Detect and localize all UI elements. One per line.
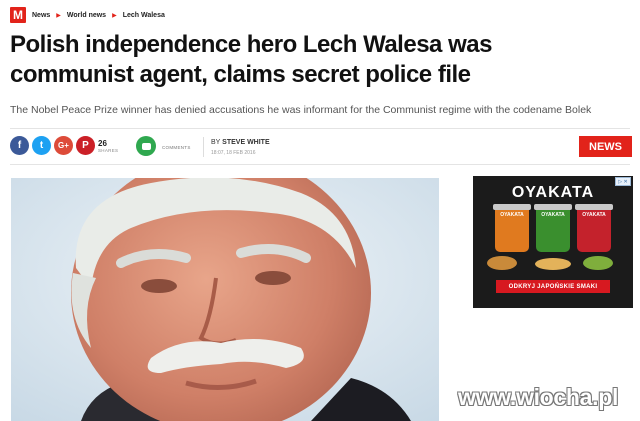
share-count-value: 26: [98, 139, 107, 148]
adchoices-icon[interactable]: ▷ ✕: [615, 177, 631, 186]
cup-lid: [575, 204, 613, 210]
byline-prefix: BY: [211, 139, 221, 146]
divider: [10, 128, 630, 129]
cup-label: OYAKATA: [500, 212, 524, 218]
chevron-right-icon: ▶: [56, 12, 61, 19]
google-plus-icon: G+: [58, 141, 69, 150]
site-logo[interactable]: M: [10, 7, 26, 23]
portrait-image: [11, 178, 439, 421]
share-count: 26 SHARES: [98, 139, 118, 153]
breadcrumb-world-news[interactable]: World news: [67, 12, 106, 19]
divider: [10, 164, 630, 165]
section-badge[interactable]: NEWS: [579, 136, 632, 157]
publish-date: 18:07, 18 FEB 2016: [211, 150, 256, 156]
chevron-right-icon: ▶: [112, 12, 117, 19]
ad-product-cup: OYAKATA: [534, 204, 572, 252]
ad-food-garnish: [487, 256, 517, 270]
breadcrumb: M News ▶ World news ▶ Lech Walesa: [10, 6, 165, 24]
cup-label: OYAKATA: [541, 212, 565, 218]
comments-button[interactable]: [136, 136, 156, 156]
breadcrumb-news[interactable]: News: [32, 12, 50, 19]
comment-icon: [141, 142, 151, 150]
facebook-icon: f: [17, 140, 22, 151]
comments-label[interactable]: COMMENTS: [162, 145, 191, 150]
pinterest-share-button[interactable]: P: [76, 136, 95, 155]
ad-cta-button[interactable]: ODKRYJ JAPOŃSKIE SMAKI: [496, 280, 610, 293]
twitter-icon: t: [39, 140, 44, 151]
watermark: www.wiocha.pl: [458, 384, 619, 410]
google-plus-share-button[interactable]: G+: [54, 136, 73, 155]
article-standfirst: The Nobel Peace Prize winner has denied …: [10, 104, 592, 116]
ad-product-cup: OYAKATA: [493, 204, 531, 252]
ad-product-cup: OYAKATA: [575, 204, 613, 252]
shares-label: SHARES: [98, 148, 119, 153]
facebook-share-button[interactable]: f: [10, 136, 29, 155]
author-link[interactable]: STEVE WHITE: [222, 139, 269, 146]
divider: [203, 137, 204, 157]
advertisement[interactable]: OYAKATA ▷ ✕ OYAKATA OYAKATA OYAKATA ODKR…: [473, 176, 633, 308]
pinterest-icon: P: [82, 140, 89, 151]
ad-food-garnish: [583, 256, 613, 270]
byline: BY STEVE WHITE: [211, 139, 270, 146]
ad-brand: OYAKATA: [511, 184, 595, 201]
article-headline: Polish independence hero Lech Walesa was…: [10, 31, 492, 88]
twitter-share-button[interactable]: t: [32, 136, 51, 155]
share-buttons: f t G+ P: [10, 136, 95, 155]
cup-lid: [534, 204, 572, 210]
cup-lid: [493, 204, 531, 210]
cup-label: OYAKATA: [582, 212, 606, 218]
ad-food-garnish: [535, 258, 571, 270]
article-photo[interactable]: [11, 178, 439, 421]
breadcrumb-lech-walesa[interactable]: Lech Walesa: [123, 12, 165, 19]
